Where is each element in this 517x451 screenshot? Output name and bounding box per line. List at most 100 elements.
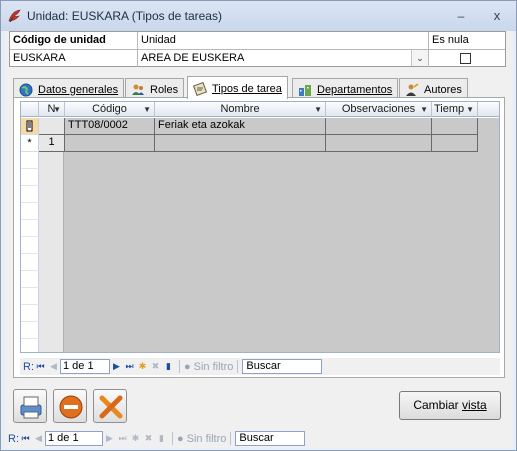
filter-toggle[interactable]: ● Sin filtro xyxy=(177,433,226,445)
table-row[interactable]: TTT08/0002 Feriak eta azokak xyxy=(21,118,499,135)
separator xyxy=(179,360,180,373)
cell-observaciones[interactable] xyxy=(326,135,432,152)
next-record-button[interactable]: ▶ xyxy=(103,433,116,444)
unit-header-table: Código de unidad Unidad Es nula EUSKARA … xyxy=(9,31,506,67)
tab-departamentos[interactable]: Departamentos xyxy=(292,78,399,98)
author-icon xyxy=(406,82,419,96)
record-label: R: xyxy=(8,432,19,445)
print-button[interactable] xyxy=(13,389,47,423)
cell-tiempo[interactable] xyxy=(432,135,478,152)
column-header-nombre[interactable]: Nombre ▼ xyxy=(155,102,326,117)
empty-row-header xyxy=(21,339,39,352)
tasks-icon xyxy=(193,82,207,96)
search-input[interactable]: Buscar xyxy=(235,431,306,446)
search-input[interactable]: Buscar xyxy=(242,359,323,374)
form-client-area: Código de unidad Unidad Es nula EUSKARA … xyxy=(5,31,512,448)
departments-icon xyxy=(299,84,311,96)
column-header-observaciones[interactable]: Observaciones ▼ xyxy=(326,102,432,117)
tab-label: Roles xyxy=(150,83,179,96)
app-icon xyxy=(8,9,21,23)
column-header-codigo[interactable]: Código ▼ xyxy=(65,102,155,117)
dialog-window: Unidad: EUSKARA (Tipos de tareas) – x Có… xyxy=(0,0,517,451)
cell-nombre[interactable]: Feriak eta azokak xyxy=(155,118,326,135)
empty-row-header xyxy=(21,288,39,305)
empty-row-header xyxy=(21,186,39,203)
cell-n[interactable] xyxy=(39,118,65,135)
change-view-button[interactable]: Cambiar vista xyxy=(399,391,501,420)
tab-panel-tipos-de-tarea: N ▼ Código ▼ Nombre ▼ Observaciones ▼ Tiemp ▼ xyxy=(13,97,505,378)
delete-record-button[interactable]: ✖ xyxy=(149,361,162,372)
tools-button[interactable] xyxy=(93,389,127,423)
users-icon xyxy=(132,84,144,95)
unit-combo-value: AREA DE EUSKERA xyxy=(141,52,245,64)
cell-codigo[interactable]: TTT08/0002 xyxy=(65,118,155,135)
is-null-checkbox[interactable] xyxy=(460,53,471,64)
tab-strip: Datos generales Roles Tipos de tarea Dep… xyxy=(13,76,503,99)
last-record-button[interactable]: ⏭ xyxy=(123,361,136,372)
empty-row-header xyxy=(21,254,39,271)
empty-row-header xyxy=(21,220,39,237)
cell-n[interactable]: 1 xyxy=(39,135,65,152)
empty-row-header xyxy=(21,271,39,288)
unit-code-label: Código de unidad xyxy=(10,32,138,50)
previous-record-button[interactable]: ◀ xyxy=(47,361,60,372)
tools-icon xyxy=(99,395,123,419)
unit-code-field[interactable]: EUSKARA xyxy=(10,50,138,67)
unit-label: Unidad xyxy=(138,32,429,50)
empty-row-header xyxy=(21,322,39,339)
filter-toggle[interactable]: ● Sin filtro xyxy=(184,361,233,373)
new-record-button[interactable]: ✱ xyxy=(136,361,149,372)
globe-icon xyxy=(19,83,33,96)
row-selector[interactable] xyxy=(21,118,39,135)
empty-row-header xyxy=(21,203,39,220)
tab-datos-generales[interactable]: Datos generales xyxy=(13,78,125,98)
tab-tipos-de-tarea[interactable]: Tipos de tarea xyxy=(187,76,288,99)
delete-record-button[interactable]: ✖ xyxy=(142,433,155,444)
filter-icon: ● xyxy=(184,360,191,373)
separator xyxy=(237,360,239,373)
last-new-button[interactable]: ▮ xyxy=(162,361,175,372)
record-position-field[interactable]: 1 de 1 xyxy=(45,431,103,446)
column-header-tiempo[interactable]: Tiemp ▼ xyxy=(432,102,478,117)
separator xyxy=(172,432,173,445)
next-record-button[interactable]: ▶ xyxy=(110,361,123,372)
first-record-button[interactable]: ⏮ xyxy=(34,361,47,372)
tab-label: Datos generales xyxy=(38,83,119,96)
grid-navigation-bar: R: ⏮ ◀ 1 de 1 ▶ ⏭ ✱ ✖ ▮ ● Sin filtro Busc… xyxy=(20,358,500,375)
empty-row-header xyxy=(21,237,39,254)
unit-combo[interactable]: AREA DE EUSKERA ⌄ xyxy=(138,50,429,67)
record-label: R: xyxy=(23,360,34,373)
column-header-n[interactable]: N ▼ xyxy=(39,102,65,117)
new-record-button[interactable]: ✱ xyxy=(129,433,142,444)
tab-roles[interactable]: Roles xyxy=(125,78,185,98)
cell-tiempo[interactable] xyxy=(432,118,478,135)
form-navigation-bar: R: ⏮ ◀ 1 de 1 ▶ ⏭ ✱ ✖ ▮ ● Sin filtro Busc… xyxy=(5,430,512,447)
close-button[interactable]: x xyxy=(484,7,510,25)
tab-label: Autores xyxy=(424,83,462,96)
new-row-marker[interactable]: * xyxy=(21,135,39,152)
is-null-label: Es nula xyxy=(429,32,505,50)
separator xyxy=(230,432,232,445)
grid-corner[interactable] xyxy=(21,102,39,117)
cell-nombre[interactable] xyxy=(155,135,326,152)
print-icon xyxy=(20,396,42,419)
table-row-new[interactable]: * 1 xyxy=(21,135,499,152)
tab-autores[interactable]: Autores xyxy=(399,78,468,98)
tab-label: Departamentos xyxy=(317,83,393,96)
record-position-field[interactable]: 1 de 1 xyxy=(60,359,110,374)
last-new-button[interactable]: ▮ xyxy=(155,433,168,444)
first-record-button[interactable]: ⏮ xyxy=(19,433,32,444)
empty-row-header xyxy=(21,305,39,322)
cell-observaciones[interactable] xyxy=(326,118,432,135)
previous-record-button[interactable]: ◀ xyxy=(32,433,45,444)
filter-icon: ● xyxy=(177,432,184,445)
is-null-cell xyxy=(429,50,505,67)
task-types-grid[interactable]: N ▼ Código ▼ Nombre ▼ Observaciones ▼ Tiemp ▼ xyxy=(20,101,500,353)
cancel-button[interactable] xyxy=(53,389,87,423)
minimize-button[interactable]: – xyxy=(448,7,474,25)
chevron-down-icon[interactable]: ⌄ xyxy=(411,50,428,66)
title-bar[interactable]: Unidad: EUSKARA (Tipos de tareas) – x xyxy=(1,1,516,31)
grid-body: TTT08/0002 Feriak eta azokak * 1 xyxy=(21,118,499,352)
last-record-button[interactable]: ⏭ xyxy=(116,433,129,444)
cell-codigo[interactable] xyxy=(65,135,155,152)
